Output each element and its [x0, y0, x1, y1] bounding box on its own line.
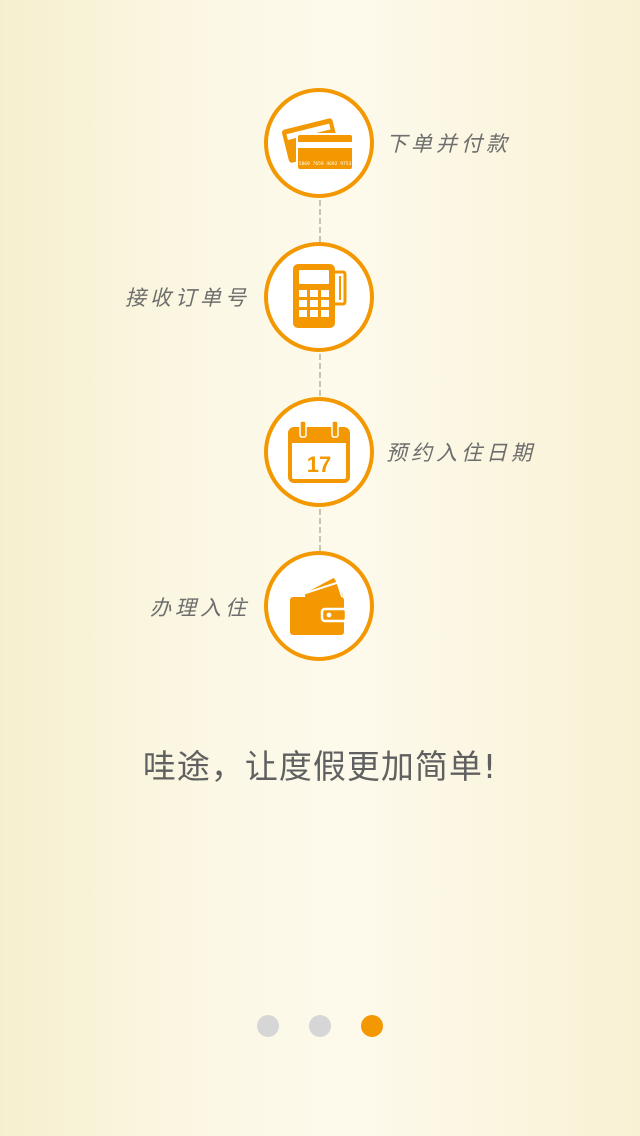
page-dot-1[interactable] — [257, 1015, 279, 1037]
step-circle-booking-date: 17 — [264, 397, 374, 507]
calendar-day-number: 17 — [307, 452, 331, 477]
pos-terminal-icon — [293, 264, 347, 328]
tagline: 哇途，让度假更加简单! — [142, 747, 498, 786]
calendar-icon: 17 — [288, 420, 350, 483]
wallet-icon — [290, 576, 348, 635]
card-number-text: 5869 7659 4692 9753 — [299, 161, 352, 167]
step-circle-order-number — [264, 242, 374, 352]
step-label-check-in: 办理入住 — [150, 596, 250, 620]
step-label-pay: 下单并付款 — [386, 132, 511, 156]
step-circle-check-in — [264, 551, 374, 661]
credit-card-icon: 5869 7659 4692 9753 — [281, 118, 354, 171]
step-connector — [319, 354, 321, 396]
page-dot-3-active[interactable] — [361, 1015, 383, 1037]
step-circle-pay: 5869 7659 4692 9753 — [264, 88, 374, 198]
step-connector — [319, 509, 321, 551]
step-label-order-number: 接收订单号 — [125, 286, 250, 310]
step-connector — [319, 200, 321, 242]
step-label-booking-date: 预约入住日期 — [386, 441, 536, 465]
page-dot-2[interactable] — [309, 1015, 331, 1037]
page-indicator — [0, 1015, 640, 1037]
